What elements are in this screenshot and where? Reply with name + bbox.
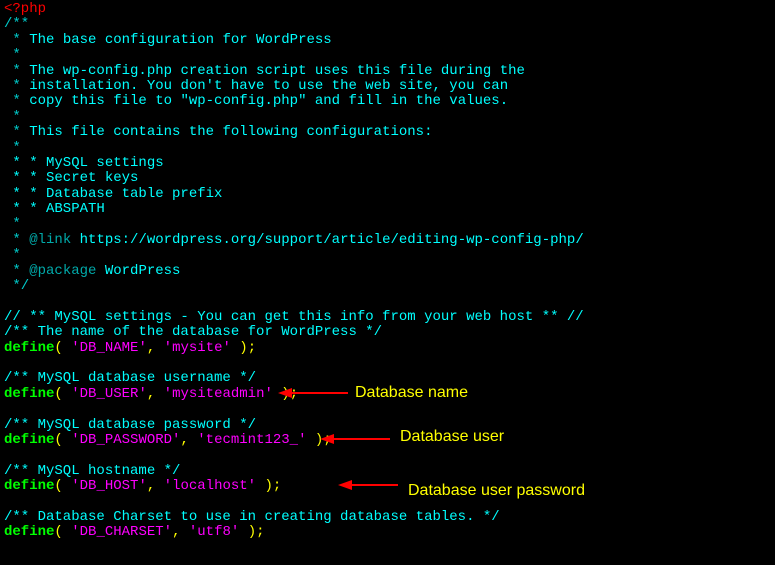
db-user-comment: /** MySQL database username */	[4, 370, 256, 386]
db-host-key: 'DB_HOST'	[71, 478, 147, 494]
arrow-db-name	[278, 386, 348, 400]
db-charset-key: 'DB_CHARSET'	[71, 524, 172, 540]
db-pass-key: 'DB_PASSWORD'	[71, 432, 180, 448]
code-block: <?php /** * The base configuration for W…	[0, 0, 775, 543]
annotation-db-name: Database name	[355, 384, 468, 402]
arrow-db-pass	[338, 478, 398, 492]
db-pass-value: 'tecmint123_'	[197, 432, 306, 448]
db-name-value: 'mysite'	[164, 340, 231, 356]
db-host-value: 'localhost'	[164, 478, 256, 494]
annotation-db-user: Database user	[400, 428, 504, 446]
mysql-settings-comment: // ** MySQL settings - You can get this …	[4, 309, 584, 325]
db-user-value: 'mysiteadmin'	[164, 386, 273, 402]
db-host-comment: /** MySQL hostname */	[4, 463, 180, 479]
db-pass-comment: /** MySQL database password */	[4, 417, 256, 433]
annotation-db-pass: Database user password	[408, 482, 585, 500]
php-open: <?php	[4, 1, 46, 17]
db-charset-comment: /** Database Charset to use in creating …	[4, 509, 500, 525]
db-name-key: 'DB_NAME'	[71, 340, 147, 356]
comment-open: /**	[4, 16, 29, 32]
db-user-key: 'DB_USER'	[71, 386, 147, 402]
db-charset-value: 'utf8'	[189, 524, 239, 540]
arrow-db-user	[320, 432, 390, 446]
db-name-comment: /** The name of the database for WordPre…	[4, 324, 382, 340]
